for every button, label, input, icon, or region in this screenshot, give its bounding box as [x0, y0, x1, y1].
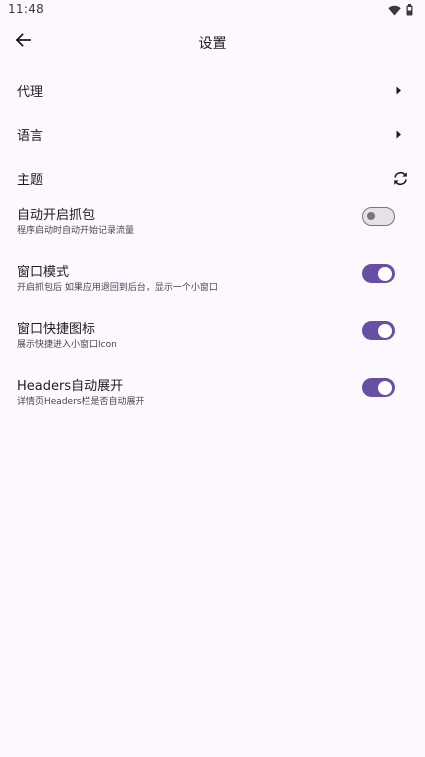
setting-headers-expand-label: Headers自动展开: [17, 379, 124, 394]
status-icons: [388, 3, 413, 17]
arrow-right-icon: [396, 68, 402, 112]
battery-icon: [406, 1, 413, 20]
setting-auto-capture-label: 自动开启抓包: [17, 208, 96, 223]
setting-window-mode: 窗口模式 开启抓包后 如果应用退回到后台，显示一个小窗口: [0, 257, 425, 314]
setting-auto-capture: 自动开启抓包 程序启动时自动开始记录流量: [0, 200, 425, 257]
setting-window-shortcut: 窗口快捷图标 展示快捷进入小窗口Icon: [0, 314, 425, 371]
setting-window-shortcut-description: 展示快捷进入小窗口Icon: [17, 340, 117, 350]
setting-language-label: 语言: [17, 129, 44, 144]
toggle-thumb: [367, 212, 375, 220]
wifi-icon: [388, 1, 401, 20]
setting-headers-expand-description: 详情页Headers栏是否自动展开: [17, 397, 145, 407]
setting-window-mode-description: 开启抓包后 如果应用退回到后台，显示一个小窗口: [17, 283, 218, 293]
setting-theme[interactable]: 主题: [0, 156, 425, 200]
toggle-thumb: [378, 266, 392, 281]
toggle-thumb: [378, 323, 392, 338]
status-bar: 11:48: [0, 0, 425, 22]
status-time: 11:48: [8, 2, 45, 16]
setting-window-mode-label: 窗口模式: [17, 265, 70, 280]
auto-capture-toggle[interactable]: [362, 207, 395, 226]
setting-window-shortcut-label: 窗口快捷图标: [17, 322, 96, 337]
setting-auto-capture-description: 程序启动时自动开始记录流量: [17, 226, 135, 236]
settings-list: 代理 语言 主题 自动开启抓包 程序启动时自动开始记录流量 窗口模式 开启抓包后…: [0, 68, 425, 428]
window-mode-toggle[interactable]: [362, 264, 395, 283]
arrow-right-icon: [396, 112, 402, 156]
window-shortcut-toggle[interactable]: [362, 321, 395, 340]
setting-language[interactable]: 语言: [0, 112, 425, 156]
setting-proxy[interactable]: 代理: [0, 68, 425, 112]
headers-expand-toggle[interactable]: [362, 378, 395, 397]
setting-theme-label: 主题: [17, 173, 44, 188]
setting-headers-expand: Headers自动展开 详情页Headers栏是否自动展开: [0, 371, 425, 428]
toggle-thumb: [378, 380, 392, 395]
app-bar: 设置: [0, 22, 425, 62]
page-title: 设置: [198, 36, 227, 52]
setting-proxy-label: 代理: [17, 85, 44, 100]
sync-icon[interactable]: [392, 156, 409, 200]
